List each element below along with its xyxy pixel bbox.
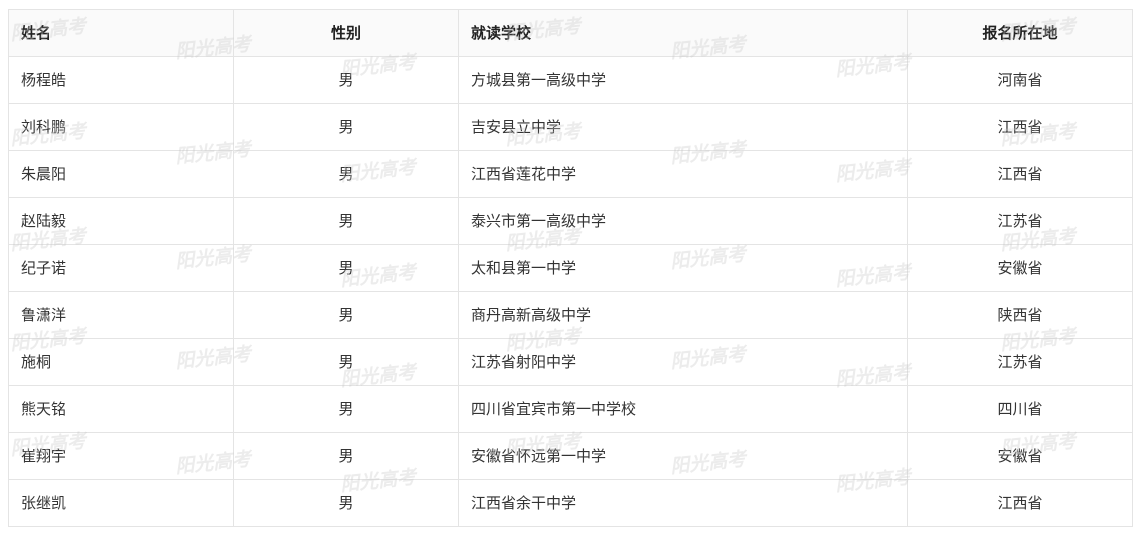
table-row: 朱晨阳 男 江西省莲花中学 江西省 bbox=[8, 150, 1133, 198]
cell-location: 安徽省 bbox=[907, 244, 1133, 292]
cell-name: 施桐 bbox=[8, 338, 234, 386]
cell-name: 崔翔宇 bbox=[8, 432, 234, 480]
table-row: 崔翔宇 男 安徽省怀远第一中学 安徽省 bbox=[8, 432, 1133, 480]
cell-name: 赵陆毅 bbox=[8, 197, 234, 245]
table-row: 张继凯 男 江西省余干中学 江西省 bbox=[8, 479, 1133, 527]
cell-location: 江西省 bbox=[907, 103, 1133, 151]
cell-name: 鲁潇洋 bbox=[8, 291, 234, 339]
cell-name: 朱晨阳 bbox=[8, 150, 234, 198]
cell-school: 安徽省怀远第一中学 bbox=[458, 432, 908, 480]
header-row: 姓名 性别 就读学校 报名所在地 bbox=[8, 9, 1133, 57]
cell-school: 商丹高新高级中学 bbox=[458, 291, 908, 339]
cell-school: 江西省莲花中学 bbox=[458, 150, 908, 198]
table-row: 施桐 男 江苏省射阳中学 江苏省 bbox=[8, 338, 1133, 386]
cell-location: 江苏省 bbox=[907, 338, 1133, 386]
cell-school: 方城县第一高级中学 bbox=[458, 56, 908, 104]
cell-location: 陕西省 bbox=[907, 291, 1133, 339]
table-row: 赵陆毅 男 泰兴市第一高级中学 江苏省 bbox=[8, 197, 1133, 245]
cell-school: 太和县第一中学 bbox=[458, 244, 908, 292]
table-row: 杨程皓 男 方城县第一高级中学 河南省 bbox=[8, 56, 1133, 104]
cell-location: 四川省 bbox=[907, 385, 1133, 433]
cell-school: 江西省余干中学 bbox=[458, 479, 908, 527]
cell-gender: 男 bbox=[233, 103, 459, 151]
cell-gender: 男 bbox=[233, 479, 459, 527]
table-container: 姓名 性别 就读学校 报名所在地 杨程皓 男 方城县第一高级中学 河南省 刘科鹏… bbox=[8, 9, 1133, 527]
cell-location: 安徽省 bbox=[907, 432, 1133, 480]
header-location: 报名所在地 bbox=[907, 9, 1133, 57]
header-name: 姓名 bbox=[8, 9, 234, 57]
cell-school: 吉安县立中学 bbox=[458, 103, 908, 151]
cell-gender: 男 bbox=[233, 385, 459, 433]
cell-gender: 男 bbox=[233, 291, 459, 339]
table-row: 鲁潇洋 男 商丹高新高级中学 陕西省 bbox=[8, 291, 1133, 339]
admission-table: 姓名 性别 就读学校 报名所在地 杨程皓 男 方城县第一高级中学 河南省 刘科鹏… bbox=[8, 9, 1133, 527]
cell-location: 江西省 bbox=[907, 150, 1133, 198]
cell-location: 江苏省 bbox=[907, 197, 1133, 245]
cell-location: 河南省 bbox=[907, 56, 1133, 104]
cell-name: 张继凯 bbox=[8, 479, 234, 527]
cell-name: 纪子诺 bbox=[8, 244, 234, 292]
cell-school: 四川省宜宾市第一中学校 bbox=[458, 385, 908, 433]
cell-gender: 男 bbox=[233, 432, 459, 480]
table-row: 纪子诺 男 太和县第一中学 安徽省 bbox=[8, 244, 1133, 292]
cell-name: 杨程皓 bbox=[8, 56, 234, 104]
table-row: 刘科鹏 男 吉安县立中学 江西省 bbox=[8, 103, 1133, 151]
cell-name: 熊天铭 bbox=[8, 385, 234, 433]
cell-name: 刘科鹏 bbox=[8, 103, 234, 151]
cell-gender: 男 bbox=[233, 56, 459, 104]
cell-gender: 男 bbox=[233, 197, 459, 245]
header-gender: 性别 bbox=[233, 9, 459, 57]
cell-gender: 男 bbox=[233, 338, 459, 386]
table-row: 熊天铭 男 四川省宜宾市第一中学校 四川省 bbox=[8, 385, 1133, 433]
cell-location: 江西省 bbox=[907, 479, 1133, 527]
cell-school: 泰兴市第一高级中学 bbox=[458, 197, 908, 245]
cell-gender: 男 bbox=[233, 244, 459, 292]
cell-school: 江苏省射阳中学 bbox=[458, 338, 908, 386]
cell-gender: 男 bbox=[233, 150, 459, 198]
header-school: 就读学校 bbox=[458, 9, 908, 57]
